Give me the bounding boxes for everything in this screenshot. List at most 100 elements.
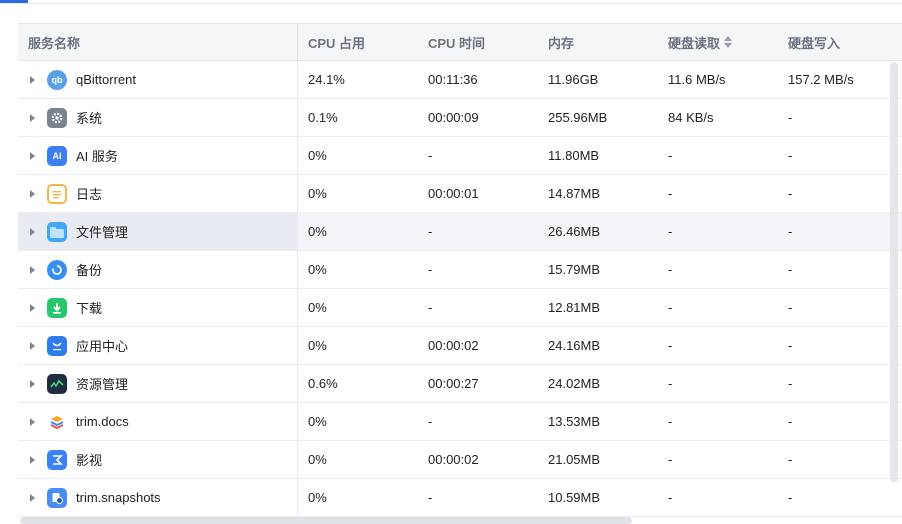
system-gear-icon (47, 107, 67, 128)
table-row[interactable]: AI AI 服务 0% - 11.80MB - - (18, 137, 902, 175)
header-disk-read[interactable]: 硬盘读取 (658, 24, 778, 60)
service-cell: 文件管理 (18, 213, 298, 250)
disk-write-cell: - (788, 376, 793, 391)
cpu-time-cell: - (428, 262, 433, 277)
memory-cell: 21.05MB (548, 452, 601, 467)
service-name: 下载 (76, 301, 103, 316)
resource-monitor-icon (47, 373, 67, 394)
cpu-usage-cell: 0% (308, 338, 327, 353)
header-service-name[interactable]: 服务名称 (18, 24, 298, 60)
disk-write-cell: - (788, 338, 793, 353)
cpu-usage-cell: 0% (308, 186, 327, 201)
header-cpu-usage[interactable]: CPU 占用 (298, 24, 418, 60)
service-name: 影视 (76, 453, 103, 468)
expand-caret-icon[interactable] (30, 303, 35, 312)
folder-icon (47, 221, 67, 242)
header-disk-write[interactable]: 硬盘写入 (778, 24, 902, 60)
video-icon (47, 449, 67, 470)
log-icon (47, 183, 67, 204)
table-row[interactable]: 资源管理 0.6% 00:00:27 24.02MB - - (18, 365, 902, 403)
service-name: AI 服务 (76, 149, 118, 164)
expand-caret-icon[interactable] (30, 417, 35, 426)
table-row[interactable]: 下载 0% - 12.81MB - - (18, 289, 902, 327)
qbittorrent-icon: qb (47, 69, 67, 90)
service-name: 系统 (76, 111, 103, 126)
cpu-time-cell: 00:00:02 (428, 452, 479, 467)
snapshot-icon (47, 487, 67, 508)
download-icon (47, 297, 67, 318)
memory-cell: 24.16MB (548, 338, 601, 353)
cpu-usage-cell: 0% (308, 452, 327, 467)
expand-caret-icon[interactable] (30, 75, 35, 84)
cpu-time-cell: - (428, 300, 433, 315)
table-row[interactable]: 日志 0% 00:00:01 14.87MB - - (18, 175, 902, 213)
memory-cell: 24.02MB (548, 376, 601, 391)
service-cell: 系统 (18, 99, 298, 136)
service-cell: 影视 (18, 441, 298, 478)
expand-caret-icon[interactable] (30, 379, 35, 388)
expand-caret-icon[interactable] (30, 151, 35, 160)
disk-read-cell: - (668, 262, 673, 277)
disk-read-cell: - (668, 224, 673, 239)
table-row[interactable]: trim.snapshots 0% - 10.59MB - - (18, 479, 902, 517)
memory-cell: 14.87MB (548, 186, 601, 201)
ai-icon: AI (47, 145, 67, 166)
expand-caret-icon[interactable] (30, 265, 35, 274)
expand-caret-icon[interactable] (30, 455, 35, 464)
disk-read-cell: - (668, 300, 673, 315)
service-name: trim.docs (76, 414, 129, 429)
cpu-time-cell: - (428, 414, 433, 429)
expand-caret-icon[interactable] (30, 341, 35, 350)
disk-read-cell: - (668, 490, 673, 505)
table-body: qb qBittorrent 24.1% 00:11:36 11.96GB 11… (18, 61, 902, 517)
memory-cell: 26.46MB (548, 224, 601, 239)
docs-stack-icon (47, 412, 67, 432)
cpu-usage-cell: 0% (308, 148, 327, 163)
service-cell: trim.docs (18, 403, 298, 440)
expand-caret-icon[interactable] (30, 189, 35, 198)
table-row[interactable]: qb qBittorrent 24.1% 00:11:36 11.96GB 11… (18, 61, 902, 99)
disk-write-cell: - (788, 300, 793, 315)
expand-caret-icon[interactable] (30, 493, 35, 502)
cpu-usage-cell: 0% (308, 490, 327, 505)
header-memory[interactable]: 内存 (538, 24, 658, 60)
cpu-time-cell: 00:00:09 (428, 110, 479, 125)
divider (0, 3, 902, 4)
cpu-time-cell: 00:00:02 (428, 338, 479, 353)
table-row[interactable]: 影视 0% 00:00:02 21.05MB - - (18, 441, 902, 479)
table-row[interactable]: trim.docs 0% - 13.53MB - - (18, 403, 902, 441)
memory-cell: 15.79MB (548, 262, 601, 277)
expand-caret-icon[interactable] (30, 227, 35, 236)
service-cell: 备份 (18, 251, 298, 288)
app-center-icon (47, 335, 67, 356)
memory-cell: 13.53MB (548, 414, 601, 429)
service-name: trim.snapshots (76, 490, 161, 505)
service-cell: 下载 (18, 289, 298, 326)
horizontal-scrollbar[interactable] (20, 517, 632, 524)
header-cpu-time[interactable]: CPU 时间 (418, 24, 538, 60)
disk-read-cell: - (668, 452, 673, 467)
disk-read-cell: - (668, 414, 673, 429)
table-row[interactable]: 备份 0% - 15.79MB - - (18, 251, 902, 289)
table-row[interactable]: 文件管理 0% - 26.46MB - - (18, 213, 902, 251)
sort-icon[interactable] (724, 36, 733, 48)
table-row[interactable]: 应用中心 0% 00:00:02 24.16MB - - (18, 327, 902, 365)
service-name: 备份 (76, 263, 103, 278)
disk-write-cell: - (788, 224, 793, 239)
cpu-usage-cell: 0.6% (308, 376, 338, 391)
disk-write-cell: - (788, 262, 793, 277)
disk-write-cell: 157.2 MB/s (788, 72, 854, 87)
cpu-usage-cell: 0% (308, 414, 327, 429)
service-name: 日志 (76, 187, 103, 202)
cpu-time-cell: 00:00:27 (428, 376, 479, 391)
disk-read-cell: - (668, 148, 673, 163)
vertical-scrollbar[interactable] (890, 62, 898, 482)
service-name: 资源管理 (76, 377, 129, 392)
table-row[interactable]: 系统 0.1% 00:00:09 255.96MB 84 KB/s - (18, 99, 902, 137)
cpu-usage-cell: 0% (308, 224, 327, 239)
disk-write-cell: - (788, 452, 793, 467)
service-cell: trim.snapshots (18, 479, 298, 516)
service-cell: 资源管理 (18, 365, 298, 402)
expand-caret-icon[interactable] (30, 113, 35, 122)
disk-read-cell: 84 KB/s (668, 110, 714, 125)
